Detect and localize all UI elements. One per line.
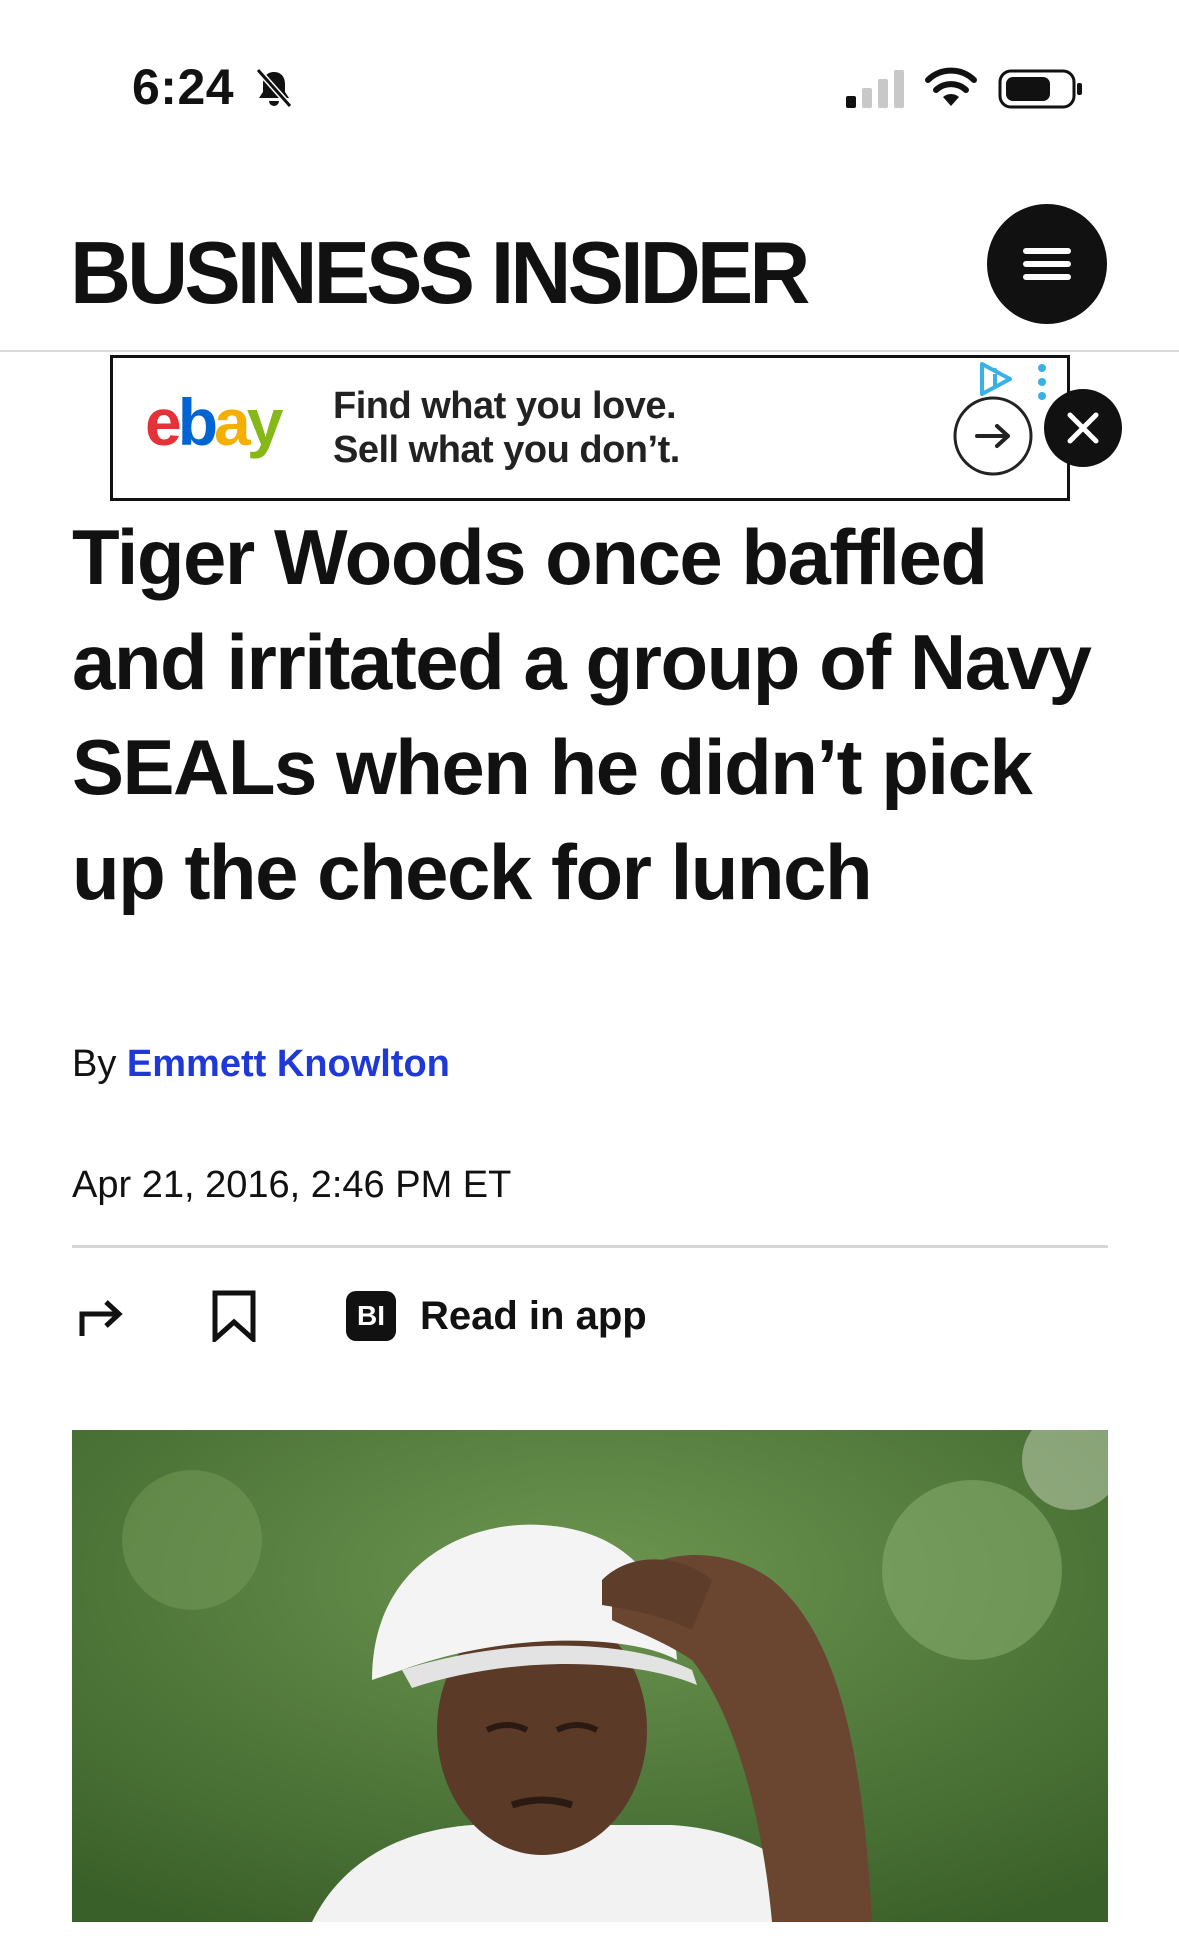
status-bar: 6:24: [0, 0, 1179, 150]
status-time: 6:24: [132, 59, 235, 115]
author-link[interactable]: Emmett Knowlton: [127, 1043, 450, 1085]
bi-app-icon: BI: [346, 1291, 396, 1341]
ebay-logo-a: a: [214, 385, 251, 459]
ad-copy: Find what you love. Sell what you don’t.: [333, 384, 680, 472]
article-headline: Tiger Woods once baffled and irritated a…: [72, 513, 1092, 916]
ebay-logo-e: e: [145, 385, 182, 459]
adchoices-icon[interactable]: [978, 362, 1014, 396]
site-header: BUSINESS INSIDER: [0, 190, 1179, 352]
arrow-right-icon[interactable]: [951, 394, 1035, 478]
article-hero-image: [72, 1430, 1108, 1922]
byline: By Emmett Knowlton: [72, 1043, 450, 1086]
ad-close-button[interactable]: [1044, 389, 1122, 467]
cellular-signal-icon: [846, 70, 904, 108]
read-in-app-label: Read in app: [420, 1293, 647, 1338]
ad-line-1: Find what you love.: [333, 385, 677, 427]
publish-date: Apr 21, 2016, 2:46 PM ET: [72, 1164, 512, 1206]
share-arrow-icon[interactable]: [76, 1290, 126, 1340]
ad-banner[interactable]: ebay Find what you love. Sell what you d…: [110, 355, 1070, 501]
ebay-logo: ebay: [145, 384, 284, 460]
divider: [72, 1245, 1108, 1248]
bell-slash-icon: [255, 68, 293, 108]
hamburger-menu-icon: [1023, 248, 1071, 280]
menu-button[interactable]: [987, 204, 1107, 324]
close-icon: [1067, 412, 1099, 444]
more-vertical-icon[interactable]: [1035, 362, 1049, 402]
site-logo[interactable]: BUSINESS INSIDER: [70, 222, 810, 324]
ebay-logo-y: y: [246, 385, 284, 459]
battery-icon: [998, 69, 1082, 109]
bottom-safe-area: [0, 1922, 1179, 1958]
byline-prefix: By: [72, 1043, 127, 1085]
bookmark-icon[interactable]: [210, 1290, 258, 1342]
read-in-app-button[interactable]: BI Read in app: [346, 1288, 647, 1344]
wifi-icon: [925, 67, 977, 106]
ad-line-2: Sell what you don’t.: [333, 429, 680, 471]
hero-photo: [72, 1430, 1108, 1922]
ebay-logo-b: b: [177, 385, 218, 459]
